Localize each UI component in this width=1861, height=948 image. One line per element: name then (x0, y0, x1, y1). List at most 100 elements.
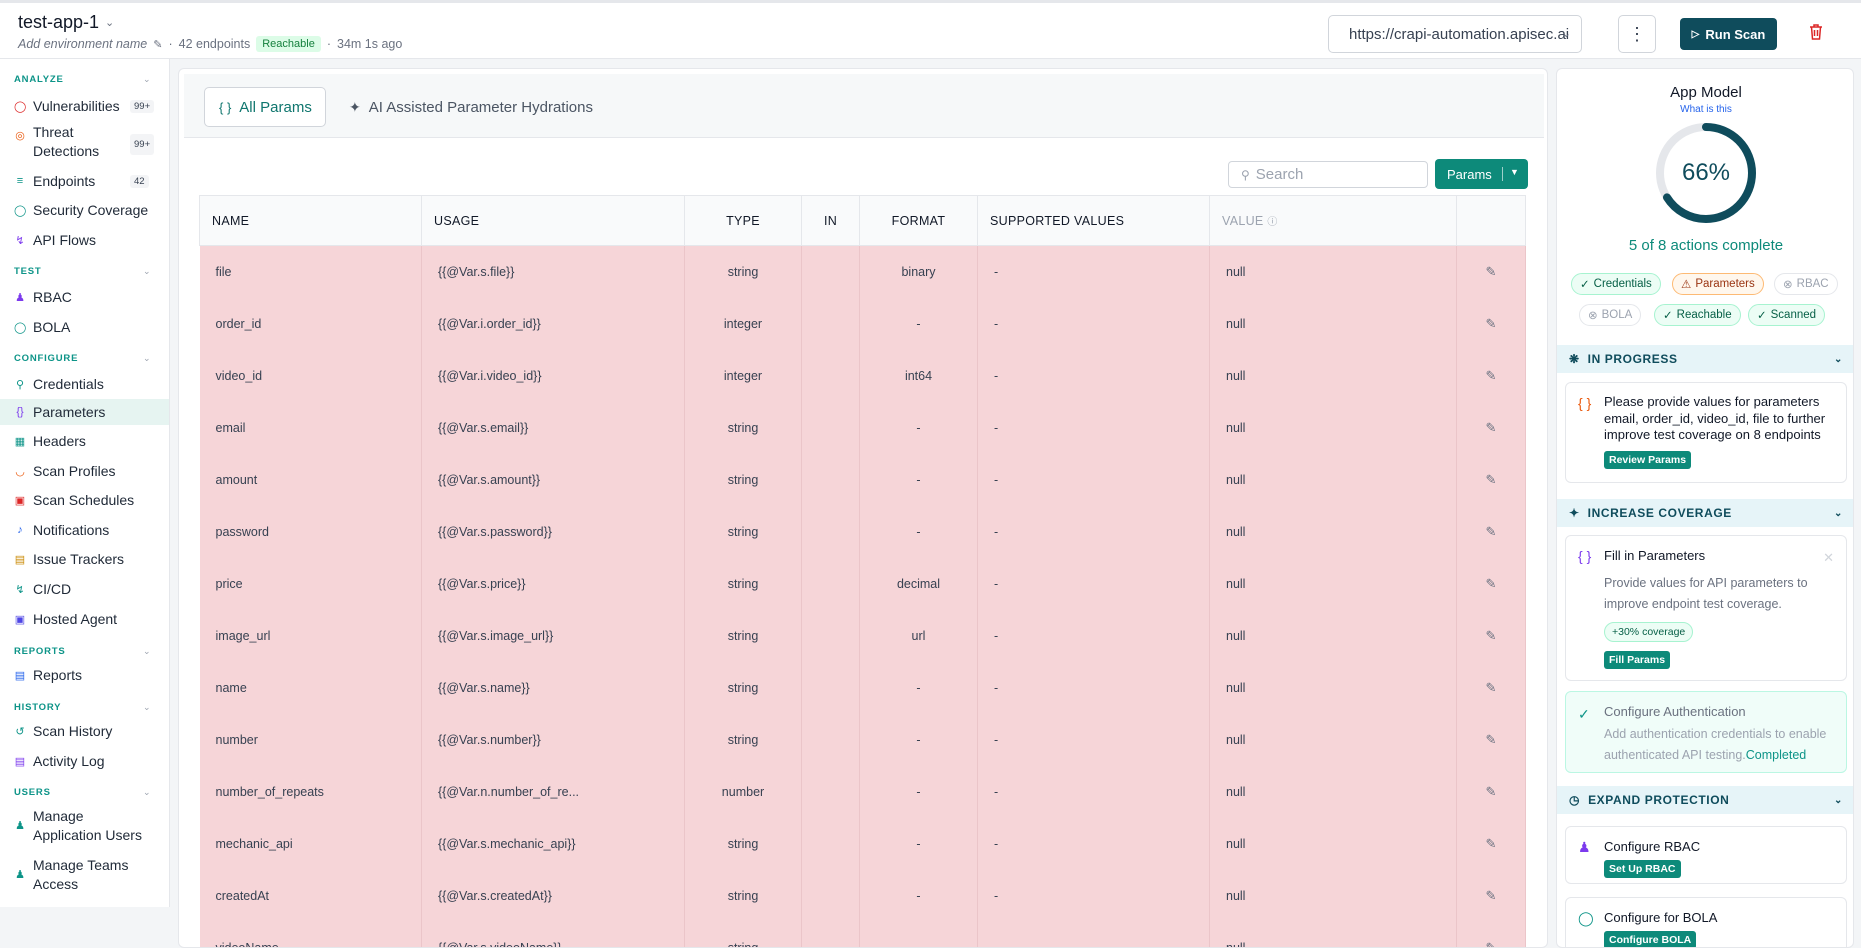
sidebar-item-hosted-agent[interactable]: ▣ Hosted Agent (0, 607, 169, 631)
column-header[interactable]: USAGE (421, 195, 685, 246)
sidebar-item-manage-teams-access[interactable]: ♟ Manage Teams Access (0, 856, 169, 896)
sidebar-item-issue-trackers[interactable]: ▤ Issue Trackers (0, 547, 169, 571)
cell-format: - (859, 869, 978, 922)
sidebar-item-headers[interactable]: ▦ Headers (0, 429, 169, 453)
edit-icon[interactable]: ✎ (1456, 869, 1526, 922)
chip-bola[interactable]: ⊗ BOLA (1579, 304, 1642, 326)
column-header[interactable]: FORMAT (859, 195, 978, 246)
sidebar-item-vulnerabilities[interactable]: ◯ Vulnerabilities 99+ (0, 94, 169, 118)
what-is-this-link[interactable]: What is this (1557, 104, 1853, 115)
chip-parameters[interactable]: ⚠ Parameters (1672, 273, 1764, 295)
app-selector[interactable]: test-app-1 ⌄ (18, 12, 114, 33)
edit-icon[interactable]: ✎ (1456, 505, 1526, 558)
edit-icon[interactable]: ✎ (1456, 349, 1526, 402)
set-up-rbac-button[interactable]: Set Up RBAC (1604, 860, 1681, 878)
column-header[interactable]: SUPPORTED VALUES (977, 195, 1210, 246)
table-row[interactable]: number_of_repeats {{@Var.n.number_of_re..… (199, 765, 1526, 818)
edit-icon[interactable]: ✎ (1456, 245, 1526, 298)
edit-icon[interactable]: ✎ (1456, 921, 1526, 947)
delete-icon[interactable] (1808, 23, 1824, 46)
table-row[interactable]: order_id {{@Var.i.order_id}} integer - - null… (199, 297, 1526, 350)
cell-type: string (684, 245, 802, 298)
table-row[interactable]: price {{@Var.s.price}} string decimal - null ✎ (199, 557, 1526, 610)
edit-icon[interactable]: ✎ (1456, 765, 1526, 818)
params-dropdown-button[interactable]: Params ▼ (1435, 159, 1528, 189)
edit-icon[interactable]: ✎ (1456, 557, 1526, 610)
table-row[interactable]: name {{@Var.s.name}} string - - null ✎ (199, 661, 1526, 714)
sidebar-item-reports[interactable]: ▤ Reports (0, 663, 169, 687)
sidebar-item-notifications[interactable]: ♪ Notifications (0, 518, 169, 542)
column-header[interactable]: TYPE (684, 195, 802, 246)
cell-usage: {{@Var.s.price}} (421, 557, 685, 610)
environment-url-select[interactable]: https://crapi-automation.apisec.ai ⌄ (1328, 15, 1582, 53)
table-row[interactable]: mechanic_api {{@Var.s.mechanic_api}} strin… (199, 817, 1526, 870)
table-row[interactable]: video_id {{@Var.i.video_id}} integer int64-… (199, 349, 1526, 402)
column-header-value[interactable]: VALUE ⓘ (1209, 195, 1457, 246)
edit-icon[interactable]: ✎ (1456, 817, 1526, 870)
configure-bola-button[interactable]: Configure BOLA (1604, 931, 1697, 947)
table-row[interactable]: image_url {{@Var.s.image_url}} string url - n… (199, 609, 1526, 662)
team-icon: ♟ (15, 869, 25, 881)
edit-icon[interactable]: ✎ (1456, 661, 1526, 714)
pencil-icon[interactable]: ✎ (153, 38, 162, 51)
table-row[interactable]: videoName {{@Var.s.videoName}} string - - nul… (199, 921, 1526, 947)
tab-all-params[interactable]: { } All Params (204, 87, 326, 127)
sidebar-item-endpoints[interactable]: ≡ Endpoints 42 (0, 169, 169, 193)
chip-rbac[interactable]: ⊗ RBAC (1774, 273, 1838, 295)
sidebar-item-scan-history[interactable]: ↺ Scan History (0, 719, 169, 743)
edit-icon[interactable]: ✎ (1456, 609, 1526, 662)
cell-value: null (1209, 349, 1457, 402)
edit-icon[interactable]: ✎ (1456, 713, 1526, 766)
table-row[interactable]: email {{@Var.s.email}} string - - null ✎ (199, 401, 1526, 454)
chip-credentials[interactable]: ✓ Credentials (1571, 273, 1661, 295)
sidebar-item-threat-detections[interactable]: ◎ Threat Detections 99+ (0, 123, 169, 163)
history-icon: ↺ (15, 725, 25, 738)
completed-label: Completed (1745, 748, 1807, 762)
review-params-button[interactable]: Review Params (1604, 451, 1692, 469)
column-header[interactable]: NAME (199, 195, 422, 246)
chevron-down-icon[interactable]: ⌄ (143, 353, 151, 364)
close-icon[interactable]: ✕ (1823, 550, 1834, 566)
sidebar-item-security-coverage[interactable]: ◯ Security Coverage (0, 198, 169, 222)
column-header[interactable]: IN (801, 195, 860, 246)
sidebar-item-bola[interactable]: ◯ BOLA (0, 315, 169, 339)
sidebar-item-api-flows[interactable]: ↯ API Flows (0, 228, 169, 252)
section-expand-protection[interactable]: ◷ EXPAND PROTECTION ⌄ (1557, 786, 1853, 814)
edit-icon[interactable]: ✎ (1456, 401, 1526, 454)
tab-ai-assisted[interactable]: ✦ AI Assisted Parameter Hydrations (349, 87, 593, 127)
chevron-down-icon[interactable]: ⌄ (143, 266, 151, 277)
chip-reachable[interactable]: ✓ Reachable (1654, 304, 1741, 326)
table-row[interactable]: createdAt {{@Var.s.createdAt}} string - - nul… (199, 869, 1526, 922)
chevron-down-icon[interactable]: ⌄ (143, 787, 151, 798)
edit-icon[interactable]: ✎ (1456, 297, 1526, 350)
section-in-progress[interactable]: ❋ IN PROGRESS ⌄ (1557, 345, 1853, 373)
table-row[interactable]: amount {{@Var.s.amount}} string - - null ✎ (199, 453, 1526, 506)
edit-icon[interactable]: ✎ (1456, 453, 1526, 506)
sidebar-item-activity-log[interactable]: ▤ Activity Log (0, 749, 169, 773)
chevron-down-icon[interactable]: ⌄ (143, 702, 151, 713)
sidebar-item-manage-application-users[interactable]: ♟ Manage Application Users (0, 807, 169, 847)
chevron-down-icon[interactable]: ⌄ (143, 646, 151, 657)
app-model-panel: App Model What is this 66% 5 of 8 action… (1556, 68, 1854, 948)
chevron-down-icon[interactable]: ⌄ (143, 74, 151, 85)
braces-icon: {} (16, 406, 24, 418)
chip-scanned[interactable]: ✓ Scanned (1748, 304, 1826, 326)
table-row[interactable]: number {{@Var.s.number}} string - - null ✎ (199, 713, 1526, 766)
sidebar-item-rbac[interactable]: ♟ RBAC (0, 285, 169, 309)
app-model-title: App Model (1670, 84, 1742, 101)
table-row[interactable]: file {{@Var.s.file}} string binary - null ✎ (199, 245, 1526, 298)
sidebar-item-cicd[interactable]: ↯ CI/CD (0, 577, 169, 601)
fill-params-button[interactable]: Fill Params (1604, 651, 1671, 669)
search-input[interactable]: ⚲ Search (1228, 161, 1428, 188)
sidebar-item-scan-profiles[interactable]: ◡ Scan Profiles (0, 459, 169, 483)
sidebar-item-scan-schedules[interactable]: ▣ Scan Schedules (0, 488, 169, 512)
env-name-field[interactable]: Add environment name (18, 37, 147, 51)
run-scan-button[interactable]: ▷ Run Scan (1680, 18, 1777, 50)
info-icon[interactable]: ⓘ (1267, 217, 1277, 228)
cell-in (801, 765, 860, 818)
section-increase-coverage[interactable]: ✦ INCREASE COVERAGE ⌄ (1557, 499, 1853, 527)
sidebar-item-parameters[interactable]: {} Parameters (0, 399, 169, 425)
table-row[interactable]: password {{@Var.s.password}} string - - null ✎ (199, 505, 1526, 558)
sidebar-item-credentials[interactable]: ⚲ Credentials (0, 371, 169, 397)
more-options-button[interactable]: ⋮ (1618, 15, 1656, 53)
